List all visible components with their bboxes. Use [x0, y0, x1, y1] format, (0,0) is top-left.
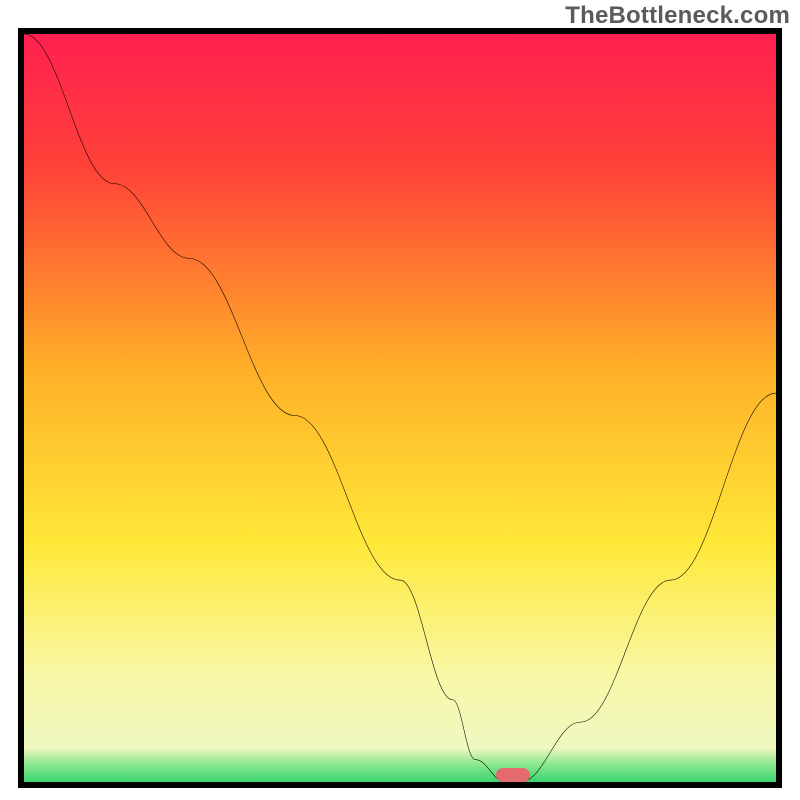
watermark-text: TheBottleneck.com: [565, 2, 790, 30]
chart-plot-area: [24, 34, 776, 782]
bottleneck-curve: [24, 34, 776, 782]
optimal-point-marker: [496, 768, 530, 782]
chart-frame: [18, 28, 782, 788]
chart-container: TheBottleneck.com: [0, 0, 800, 800]
